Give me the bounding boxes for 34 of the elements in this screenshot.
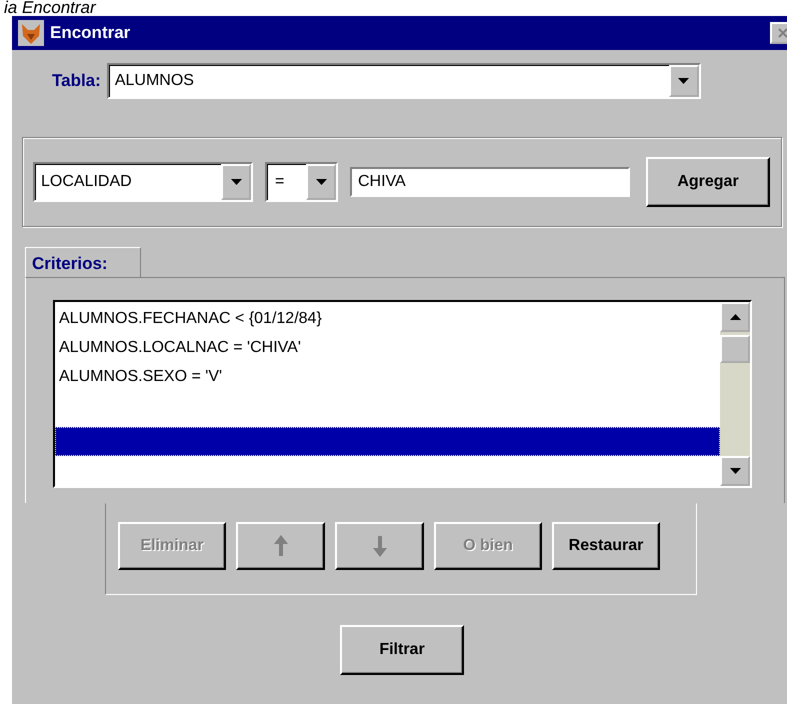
- up-arrow-icon: [274, 535, 288, 557]
- caret-icon: [316, 179, 326, 185]
- scroll-thumb[interactable]: [720, 335, 750, 363]
- dropdown-button[interactable]: [221, 164, 251, 200]
- list-item[interactable]: ALUMNOS.FECHANAC < {01/12/84}: [55, 304, 720, 333]
- combo-value: ALUMNOS: [114, 71, 195, 91]
- scroll-down-button[interactable]: [720, 456, 750, 486]
- fox-icon: [18, 20, 44, 46]
- scrollbar[interactable]: [720, 302, 750, 486]
- down-arrow-icon: [372, 535, 386, 557]
- value-field[interactable]: CHIVA: [350, 167, 630, 197]
- list-item[interactable]: [55, 427, 720, 456]
- caret-icon: [678, 78, 690, 84]
- field-dropdown[interactable]: LOCALIDAD: [33, 162, 253, 202]
- add-button[interactable]: Agregar: [646, 157, 770, 207]
- list-item[interactable]: ALUMNOS.SEXO = 'V': [55, 362, 720, 391]
- scroll-up-button[interactable]: [720, 302, 750, 332]
- caption-text: ia Encontrar: [3, 0, 98, 14]
- dropdown-button[interactable]: [306, 164, 336, 200]
- criteria-tab[interactable]: Criterios:: [25, 247, 141, 277]
- window-title: Encontrar: [50, 23, 130, 43]
- operator-dropdown[interactable]: =: [265, 162, 338, 202]
- combo-value: LOCALIDAD: [40, 172, 133, 192]
- table-dropdown[interactable]: ALUMNOS: [106, 63, 701, 99]
- combo-value: =: [274, 172, 286, 192]
- down-arrow-icon: [730, 468, 740, 474]
- caret-icon: [230, 179, 242, 185]
- close-icon: [778, 28, 787, 38]
- dropdown-button[interactable]: [668, 65, 699, 97]
- up-arrow-icon: [730, 314, 740, 320]
- field-label: Tabla:: [52, 71, 101, 91]
- criteria-button[interactable]: Restaurar: [552, 522, 660, 570]
- filter-button[interactable]: Filtrar: [340, 625, 464, 675]
- list-item[interactable]: ALUMNOS.LOCALNAC = 'CHIVA': [55, 333, 720, 362]
